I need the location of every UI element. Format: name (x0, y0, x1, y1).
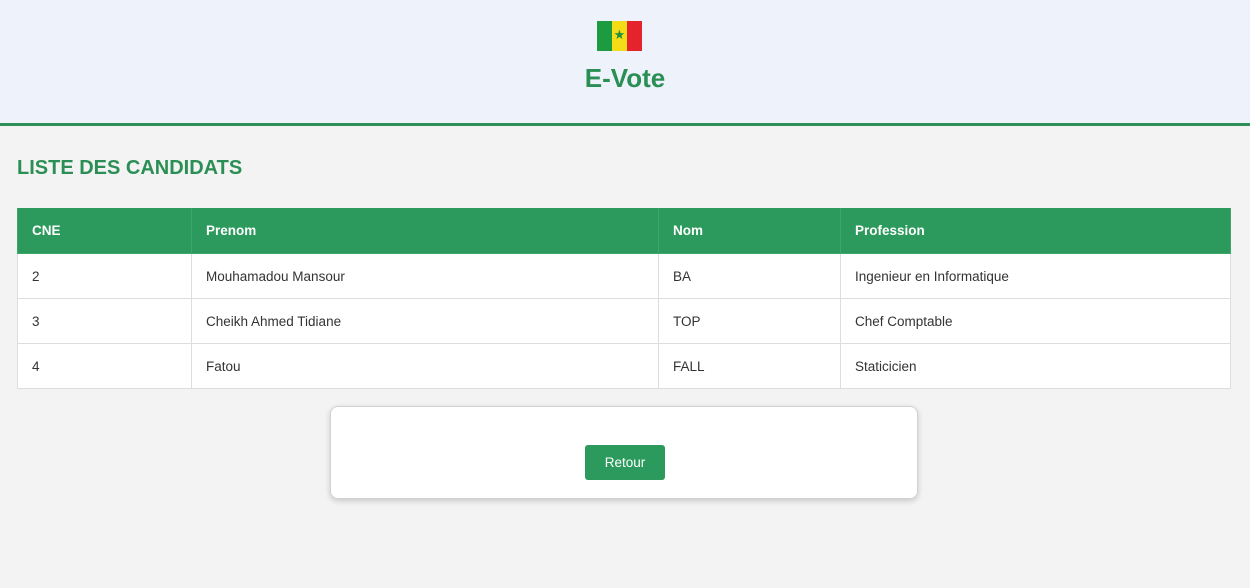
column-header-nom: Nom (658, 208, 841, 254)
page-title: LISTE DES CANDIDATS (17, 157, 243, 179)
table-row: 3 Cheikh Ahmed Tidiane TOP Chef Comptabl… (17, 298, 1231, 344)
column-header-prenom: Prenom (191, 208, 659, 254)
cell-prenom: Mouhamadou Mansour (191, 253, 659, 299)
candidates-table: CNE Prenom Nom Profession 2 Mouhamadou M… (17, 208, 1231, 389)
cell-profession: Ingenieur en Informatique (840, 253, 1231, 299)
table-row: 4 Fatou FALL Staticicien (17, 343, 1231, 389)
flag-band-yellow: ★ (612, 21, 627, 51)
actions-panel: Retour (330, 406, 918, 499)
table-row: 2 Mouhamadou Mansour BA Ingenieur en Inf… (17, 253, 1231, 299)
cell-nom: FALL (658, 343, 841, 389)
cell-cne: 4 (17, 343, 192, 389)
cell-nom: BA (658, 253, 841, 299)
cell-cne: 2 (17, 253, 192, 299)
column-header-profession: Profession (840, 208, 1231, 254)
cell-profession: Staticicien (840, 343, 1231, 389)
app-title: E-Vote (584, 63, 666, 93)
cell-profession: Chef Comptable (840, 298, 1231, 344)
column-header-cne: CNE (17, 208, 192, 254)
flag-band-red (627, 21, 642, 51)
cell-nom: TOP (658, 298, 841, 344)
cell-prenom: Cheikh Ahmed Tidiane (191, 298, 659, 344)
cell-cne: 3 (17, 298, 192, 344)
star-icon: ★ (613, 28, 626, 43)
back-button[interactable]: Retour (585, 445, 665, 480)
senegal-flag-icon: ★ (597, 21, 642, 51)
app-header: ★ E-Vote (0, 0, 1250, 126)
table-header-row: CNE Prenom Nom Profession (17, 208, 1231, 254)
cell-prenom: Fatou (191, 343, 659, 389)
flag-band-green (597, 21, 612, 51)
